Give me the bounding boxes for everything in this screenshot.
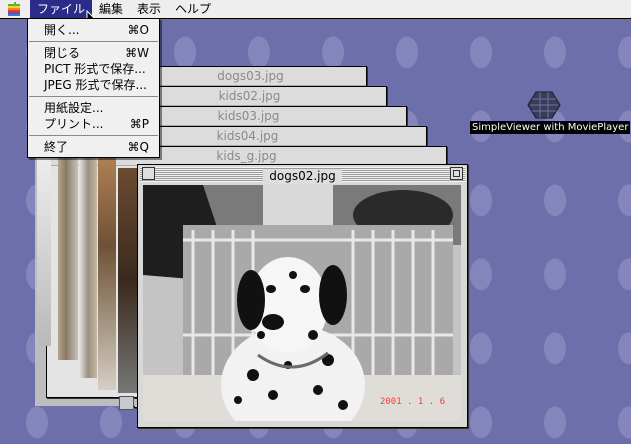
photo-sliver (58, 150, 78, 360)
photo-sliver (118, 168, 138, 393)
photo-sliver (37, 150, 51, 346)
menu-separator (29, 41, 158, 42)
menu-item-quit[interactable]: 終了 ⌘Q (28, 139, 159, 155)
photo-date-stamp: 2001 . 1 . 6 (379, 397, 445, 407)
window-title: dogs02.jpg (263, 169, 342, 184)
menu-help[interactable]: ヘルプ (168, 0, 218, 18)
menu-item-save-jpeg[interactable]: JPEG 形式で保存... (28, 77, 159, 93)
window-dogs02[interactable]: dogs02.jpg 2001 . 1 . 6 (137, 164, 468, 428)
menu-item-save-pict[interactable]: PICT 形式で保存... (28, 61, 159, 77)
window-title: dogs03.jpg (135, 67, 366, 86)
menu-view[interactable]: 表示 (130, 0, 168, 18)
apple-menu-icon[interactable] (6, 1, 22, 17)
window-title-bar[interactable]: dogs02.jpg (140, 167, 465, 184)
dalmatian-photo: 2001 . 1 . 6 (143, 185, 461, 421)
menu-item-close[interactable]: 閉じる ⌘W (28, 45, 159, 61)
photo-sliver (98, 150, 116, 390)
close-box-icon[interactable] (142, 167, 155, 180)
menu-item-open[interactable]: 開く... ⌘O (28, 22, 159, 38)
file-menu-dropdown: 開く... ⌘O 閉じる ⌘W PICT 形式で保存... JPEG 形式で保存..… (27, 18, 160, 158)
zoom-box-icon[interactable] (450, 167, 463, 180)
application-icon[interactable] (526, 90, 562, 120)
menu-item-print[interactable]: プリント... ⌘P (28, 116, 159, 132)
scroll-button-icon[interactable] (119, 396, 134, 410)
photo-sliver (79, 150, 97, 378)
menu-separator (29, 96, 158, 97)
application-label[interactable]: SimpleViewer with MoviePlayer (470, 121, 631, 134)
menu-file[interactable]: ファイル (30, 0, 93, 18)
menu-item-page-setup[interactable]: 用紙設定... (28, 100, 159, 116)
menu-separator (29, 135, 158, 136)
